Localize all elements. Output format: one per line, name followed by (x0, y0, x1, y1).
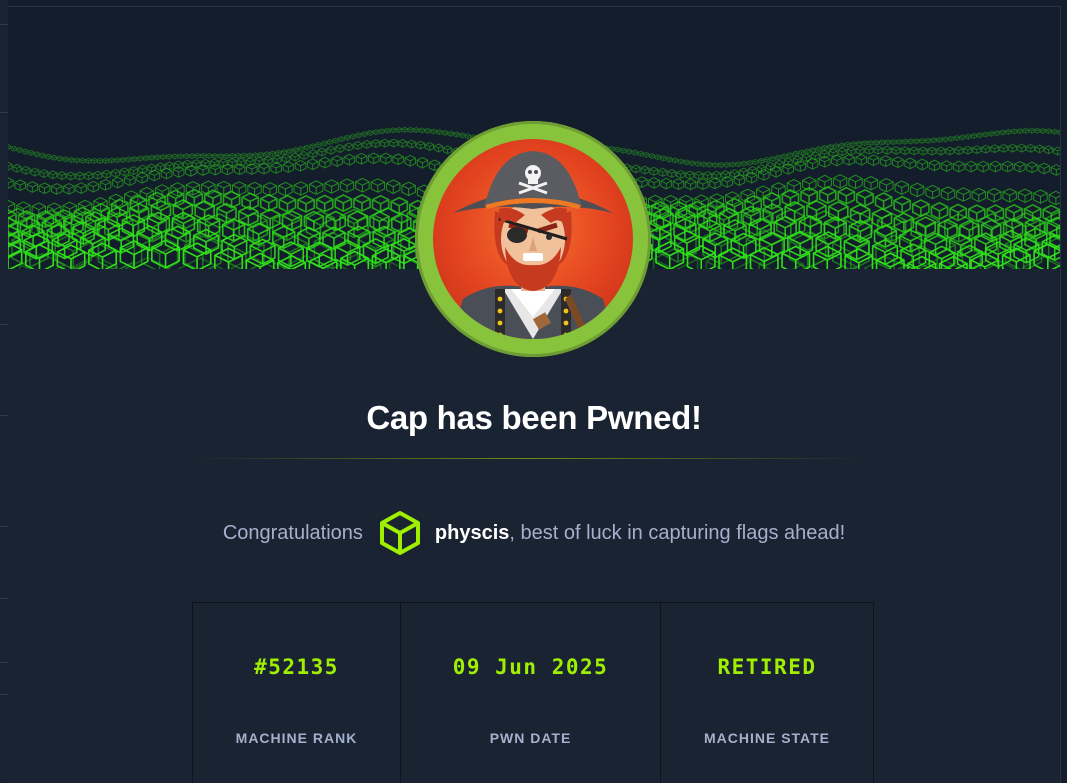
cube-icon (379, 511, 420, 555)
username[interactable]: physcis (435, 522, 509, 545)
congrats-suffix: , best of luck in capturing flags ahead! (509, 521, 846, 544)
stat-machine-rank: #52135 MACHINE RANK (193, 603, 401, 783)
congrats-prefix: Congratulations (222, 521, 363, 544)
machine-rank-label: MACHINE RANK (235, 730, 358, 746)
pwned-title: Cap has been Pwned! (366, 399, 702, 436)
stats-table: #52135 MACHINE RANK 09 Jun 2025 PWN DATE… (192, 602, 874, 783)
machine-avatar (415, 121, 651, 357)
congrats-message: Congratulations physcis , best of luck i… (8, 507, 1060, 559)
pwned-modal: Cap has been Pwned! Congratulations phys… (8, 6, 1061, 783)
machine-rank-value: #52135 (254, 655, 339, 679)
pwn-date-label: PWN DATE (489, 730, 572, 746)
pwn-date-value: 09 Jun 2025 (452, 655, 609, 679)
stat-pwn-date: 09 Jun 2025 PWN DATE (401, 603, 661, 783)
background-page-edge (0, 0, 8, 782)
machine-state-value: RETIRED (717, 655, 817, 679)
pirate-avatar-icon (433, 139, 633, 339)
stat-machine-state: RETIRED MACHINE STATE (661, 603, 874, 783)
title-divider (194, 458, 864, 459)
machine-state-label: MACHINE STATE (703, 730, 831, 746)
